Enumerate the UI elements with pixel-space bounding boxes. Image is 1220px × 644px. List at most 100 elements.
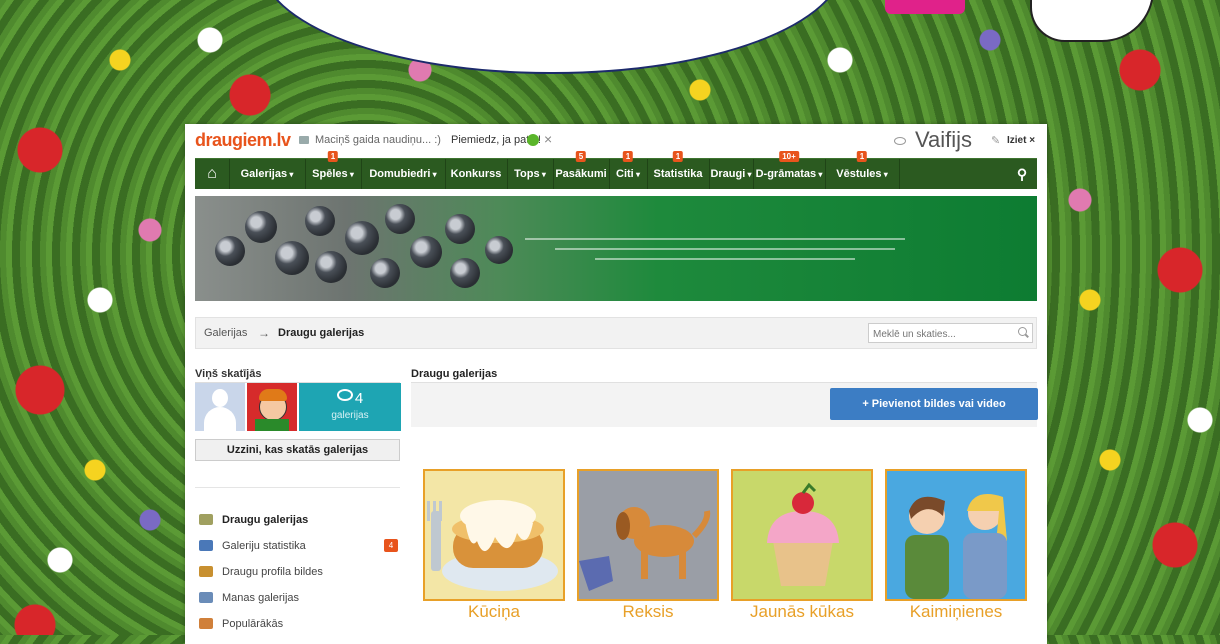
notification-badge: 10+ xyxy=(779,151,799,162)
gallery-label[interactable]: Reksis xyxy=(577,602,719,622)
breadcrumb-root-link[interactable]: Galerijas xyxy=(204,327,247,339)
menu-item-label: Populārākās xyxy=(222,618,284,630)
nav-item-vēstules[interactable]: Vēstules ▾ 1 xyxy=(825,151,900,189)
nav-item-label: D-grāmatas xyxy=(755,168,817,180)
notification-badge: 5 xyxy=(575,151,587,162)
nav-item-label: Statistika xyxy=(653,168,703,180)
nav-item-d-grāmatas[interactable]: D-grāmatas ▾ 10+ xyxy=(753,151,826,189)
nav-item-label: Spēles xyxy=(312,168,348,180)
username[interactable]: Vaifijs xyxy=(915,127,972,153)
content-title: Draugu galerijas xyxy=(411,368,498,380)
menu-item-icon xyxy=(199,618,213,629)
banner-streak xyxy=(525,238,905,240)
nav-item-galerijas[interactable]: Galerijas ▾ xyxy=(229,159,306,189)
notification-badge: 1 xyxy=(856,151,868,162)
berry-decoration xyxy=(305,206,335,236)
notification-badge: 4 xyxy=(384,539,398,552)
nav-item-domubiedri[interactable]: Domubiedri ▾ xyxy=(361,159,446,189)
berry-decoration xyxy=(410,236,442,268)
avatar-body xyxy=(204,407,236,431)
main-panel: draugiem.lv Maciņš gaida naudiņu... :) P… xyxy=(185,124,1047,644)
sidebar-menu: Draugu galerijas Galeriju statistika 4 Drau… xyxy=(195,508,400,638)
menu-item-icon xyxy=(199,566,213,577)
notification-badge: 1 xyxy=(327,151,339,162)
nav-item-label: Galerijas xyxy=(240,168,288,180)
search-icon[interactable]: ⚲ xyxy=(1007,159,1037,189)
sidebar-menu-item[interactable]: Draugu profila bildes xyxy=(195,560,400,586)
nav-item-statistika[interactable]: Statistika 1 xyxy=(647,151,710,189)
search-icon[interactable] xyxy=(1018,327,1027,336)
sidebar-menu-item[interactable]: Draugu galerijas xyxy=(195,508,400,534)
notification-badge: 1 xyxy=(622,151,634,162)
berry-decoration xyxy=(450,258,480,288)
nav-item-tops[interactable]: Tops ▾ xyxy=(507,159,554,189)
berry-decoration xyxy=(445,214,475,244)
gallery-tile-jaunas-kukas[interactable] xyxy=(731,469,873,601)
nav-item-label: Citi xyxy=(616,168,634,180)
chevron-down-icon: ▾ xyxy=(633,170,640,179)
gallery-tile-reksis[interactable] xyxy=(577,469,719,601)
smiley-icon[interactable] xyxy=(527,134,539,146)
viewer-avatar[interactable] xyxy=(195,383,245,431)
viewer-avatar[interactable] xyxy=(247,383,297,431)
home-icon[interactable]: ⌂ xyxy=(195,159,230,189)
search-input[interactable] xyxy=(869,325,1017,344)
breadcrumb-arrow: → xyxy=(258,326,270,340)
status-icon xyxy=(299,136,309,144)
nav-item-citi[interactable]: Citi ▾ 1 xyxy=(609,151,648,189)
sidebar-menu-item[interactable]: Galeriju statistika 4 xyxy=(195,534,400,560)
nav-item-label: Draugi xyxy=(710,168,746,180)
views-count: 4 xyxy=(354,390,364,407)
berry-decoration xyxy=(215,236,245,266)
menu-item-icon xyxy=(199,592,213,603)
breadcrumb: Galerijas → Draugu galerijas xyxy=(195,317,1037,349)
header-banner xyxy=(195,196,1037,301)
chevron-down-icon: ▾ xyxy=(816,170,823,179)
decorative-pink-shape xyxy=(885,0,965,14)
berry-decoration xyxy=(385,204,415,234)
gallery-label[interactable]: Kaimiņienes xyxy=(885,602,1027,622)
gallery-label[interactable]: Jaunās kūkas xyxy=(731,602,873,622)
berry-decoration xyxy=(275,241,309,275)
avatar-shirt xyxy=(255,419,289,431)
header-bar: draugiem.lv Maciņš gaida naudiņu... :) P… xyxy=(185,124,1047,156)
main-nav: ⌂ Galerijas ▾ Spēles ▾ 1 Domubiedri ▾ Konkur… xyxy=(195,151,1037,189)
nav-item-konkurss[interactable]: Konkurss xyxy=(445,159,508,189)
neighbors-image xyxy=(887,471,1025,599)
menu-item-label: Galeriju statistika xyxy=(222,540,306,552)
nav-item-spēles[interactable]: Spēles ▾ 1 xyxy=(305,151,362,189)
logout-link[interactable]: Iziet × xyxy=(1007,135,1035,146)
nav-item-pasākumi[interactable]: Pasākumi 5 xyxy=(553,151,610,189)
menu-item-label: Draugu profila bildes xyxy=(222,566,323,578)
breadcrumb-current: Draugu galerijas xyxy=(278,327,365,339)
edit-pen-icon[interactable]: ✎ xyxy=(991,134,1000,147)
gallery-tile-kucina[interactable] xyxy=(423,469,565,601)
views-label: galerijas xyxy=(331,410,369,421)
add-media-button[interactable]: + Pievienot bildes vai video xyxy=(830,388,1038,420)
search-box xyxy=(868,323,1033,344)
chevron-down-icon: ▾ xyxy=(287,170,294,179)
nav-item-draugi[interactable]: Draugi ▾ xyxy=(709,159,754,189)
nav-item-label: Tops xyxy=(514,168,540,180)
gallery-label[interactable]: Kūciņa xyxy=(423,602,565,622)
divider xyxy=(195,487,400,488)
site-logo[interactable]: draugiem.lv xyxy=(195,130,291,151)
close-icon[interactable]: × xyxy=(544,131,552,147)
berry-decoration xyxy=(315,251,347,283)
menu-item-label: Manas galerijas xyxy=(222,592,300,604)
gallery-tile-kaiminienes[interactable] xyxy=(885,469,1027,601)
who-views-button[interactable]: Uzzini, kas skatās galerijas xyxy=(195,439,400,461)
berry-decoration xyxy=(345,221,379,255)
chevron-down-icon: ▾ xyxy=(430,170,437,179)
views-counter[interactable]: 4 galerijas xyxy=(299,383,401,431)
decorative-cartoon-shape xyxy=(1030,0,1154,42)
decorative-speech-bubble xyxy=(260,0,844,74)
eye-icon xyxy=(336,389,353,401)
menu-item-label: Draugu galerijas xyxy=(222,514,309,526)
avatar-hair xyxy=(259,389,287,401)
menu-item-icon xyxy=(199,514,213,525)
sidebar-menu-item[interactable]: Manas galerijas xyxy=(195,586,400,612)
sidebar-menu-item[interactable]: Populārākās xyxy=(195,612,400,638)
cupcake-image xyxy=(767,482,839,586)
status-text[interactable]: Maciņš gaida naudiņu... :) xyxy=(315,134,441,146)
